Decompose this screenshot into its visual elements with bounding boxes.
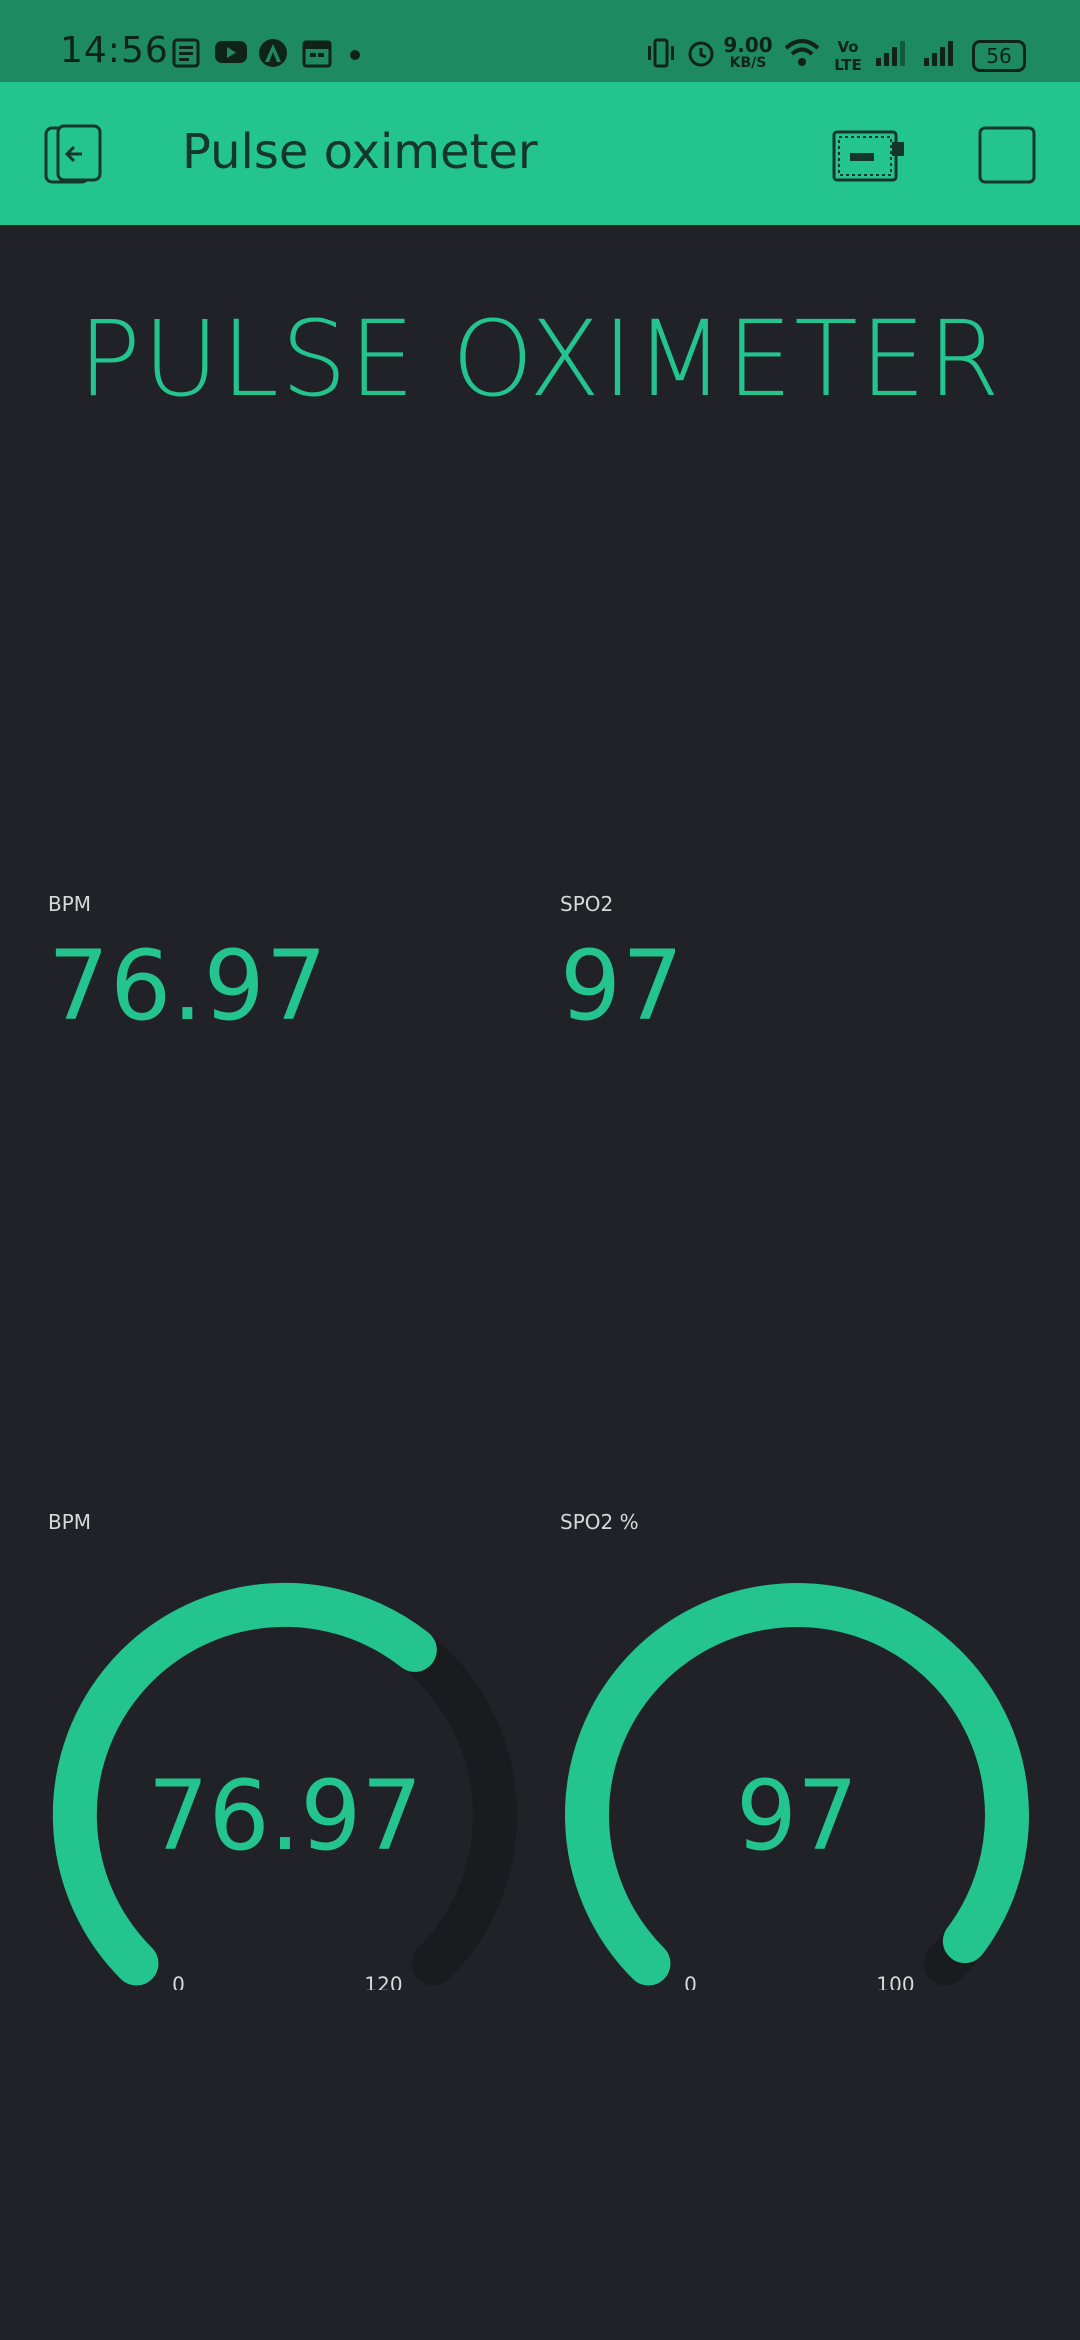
net-speed: 9.00 KB/S [722,33,774,72]
signal-2-icon [924,41,953,66]
dashboard-title: PULSE OXIMETER [78,298,1002,420]
bpm-display-value: 76.97 [48,930,328,1042]
calendar-icon [302,40,332,68]
bpm-display-label: BPM [48,892,92,916]
net-speed-unit: KB/S [729,55,767,71]
signal-1-icon [876,41,905,66]
exit-icon[interactable] [40,122,104,186]
gauge-value: 76.97 [148,1760,423,1872]
dot-icon [350,50,360,60]
vibrate-icon [648,38,674,68]
battery-level: 56 [986,44,1012,68]
status-time: 14:56 [60,30,169,71]
bpm-gauge-label: BPM [48,1510,92,1534]
app-a-icon [259,39,287,67]
device-icon[interactable] [830,128,906,184]
alarm-icon [688,41,714,67]
volte-bottom: LTE [834,56,862,74]
gauge-value: 97 [736,1760,858,1872]
gauge-max-label: 100 [876,1972,914,1990]
spo2-display-value: 97 [560,930,685,1042]
volte-indicator: Vo LTE [830,38,866,74]
volte-top: Vo [837,38,859,56]
wifi-icon [784,39,820,66]
gauge-min-label: 0 [172,1972,185,1990]
news-icon [172,38,200,68]
bpm-gauge: 76.97 0 120 [52,1582,517,1990]
youtube-icon [215,41,247,63]
gauge-max-label: 120 [364,1972,402,1990]
net-speed-value: 9.00 [723,33,773,57]
stop-icon[interactable] [976,124,1038,186]
spo2-gauge: 97 0 100 [565,1583,1029,1990]
app-header: Pulse oximeter [0,82,1080,225]
battery-icon: 56 [972,40,1026,72]
spo2-display-label: SPO2 [560,892,614,916]
gauge-min-label: 0 [684,1972,697,1990]
page-title: Pulse oximeter [182,124,538,180]
status-bar: 14:56 9.00 KB/S Vo LTE 56 [0,0,1080,82]
spo2-gauge-label: SPO2 % [560,1510,639,1534]
